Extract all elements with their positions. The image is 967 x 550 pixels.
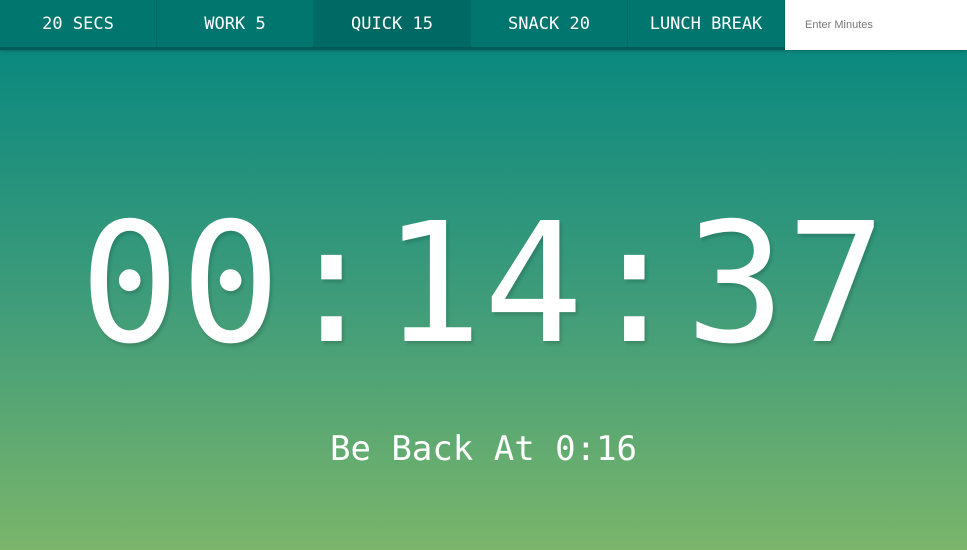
timer-display: 00:14:37 — [79, 188, 888, 381]
preset-snack-20-button[interactable]: SNACK 20 — [471, 0, 628, 47]
preset-lunch-break-button[interactable]: LUNCH BREAK — [628, 0, 785, 47]
preset-20-secs-button[interactable]: 20 SECS — [0, 0, 157, 47]
enter-minutes-input[interactable] — [785, 0, 967, 50]
preset-quick-15-button[interactable]: QUICK 15 — [314, 0, 471, 47]
timer-presets-nav: 20 SECS WORK 5 QUICK 15 SNACK 20 LUNCH B… — [0, 0, 967, 50]
preset-work-5-button[interactable]: WORK 5 — [157, 0, 314, 47]
end-time-text: Be Back At 0:16 — [329, 429, 638, 469]
